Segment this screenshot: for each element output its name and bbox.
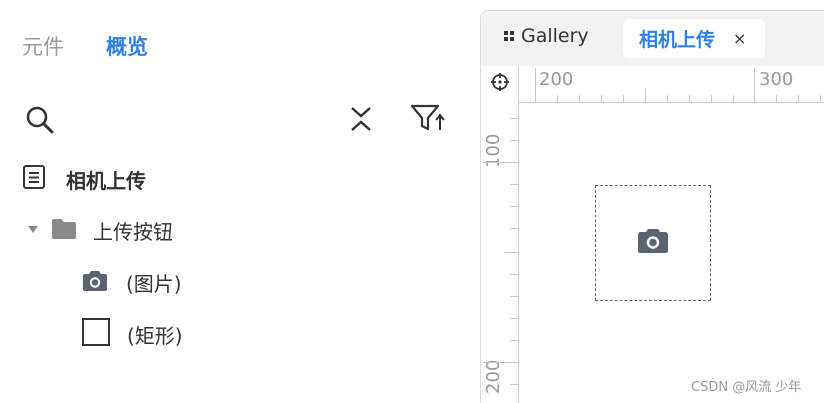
tree-item-page[interactable]: 相机上传: [22, 164, 146, 194]
camera-icon: [80, 269, 110, 297]
tab-camera-upload[interactable]: 相机上传 ×: [623, 19, 765, 58]
watermark: CSDN @风流 少年: [691, 380, 802, 395]
tab-label: 相机上传: [639, 29, 716, 51]
tree-item-image[interactable]: (图片): [80, 268, 182, 297]
page-icon: [22, 164, 46, 194]
ruler-corner[interactable]: [481, 66, 519, 103]
tree-item-label: 相机上传: [66, 168, 146, 193]
folder-icon: [50, 217, 78, 245]
collapse-all-icon[interactable]: [348, 104, 374, 138]
tree-item-group[interactable]: 上传按钮: [26, 216, 173, 245]
crosshair-icon: [490, 72, 510, 96]
horizontal-ruler[interactable]: 200 300: [519, 66, 824, 103]
vertical-ruler[interactable]: 100 200: [481, 102, 519, 403]
ruler-label: 300: [759, 69, 794, 90]
image-placeholder[interactable]: [595, 185, 711, 301]
tab-outline[interactable]: 概览: [106, 33, 148, 61]
camera-icon: [635, 227, 671, 259]
editor-tabbar: Gallery 相机上传 ×: [481, 11, 824, 66]
ruler-label: 200: [539, 69, 574, 90]
grid-icon: [503, 25, 515, 47]
close-icon[interactable]: ×: [733, 29, 746, 48]
caret-down-icon[interactable]: [26, 221, 40, 240]
tab-label: Gallery: [521, 25, 589, 47]
filter-sort-icon[interactable]: [409, 102, 447, 138]
search-icon[interactable]: [24, 104, 56, 140]
tree-item-label: (矩形): [127, 323, 183, 348]
tab-gallery[interactable]: Gallery: [503, 25, 589, 47]
rectangle-icon: [82, 318, 110, 350]
ruler-label: 200: [483, 359, 504, 394]
tree-item-rectangle[interactable]: (矩形): [82, 318, 183, 350]
tree-item-label: (图片): [126, 272, 182, 296]
tab-widgets[interactable]: 元件: [22, 33, 64, 61]
left-panel: 元件 概览 相机上传 上传按钮 (图片) (矩形): [0, 0, 480, 402]
panel-tabs: 元件 概览: [22, 33, 148, 61]
tree-item-label: 上传按钮: [93, 220, 173, 244]
editor-panel: Gallery 相机上传 × 200 300 100 200: [480, 10, 824, 403]
